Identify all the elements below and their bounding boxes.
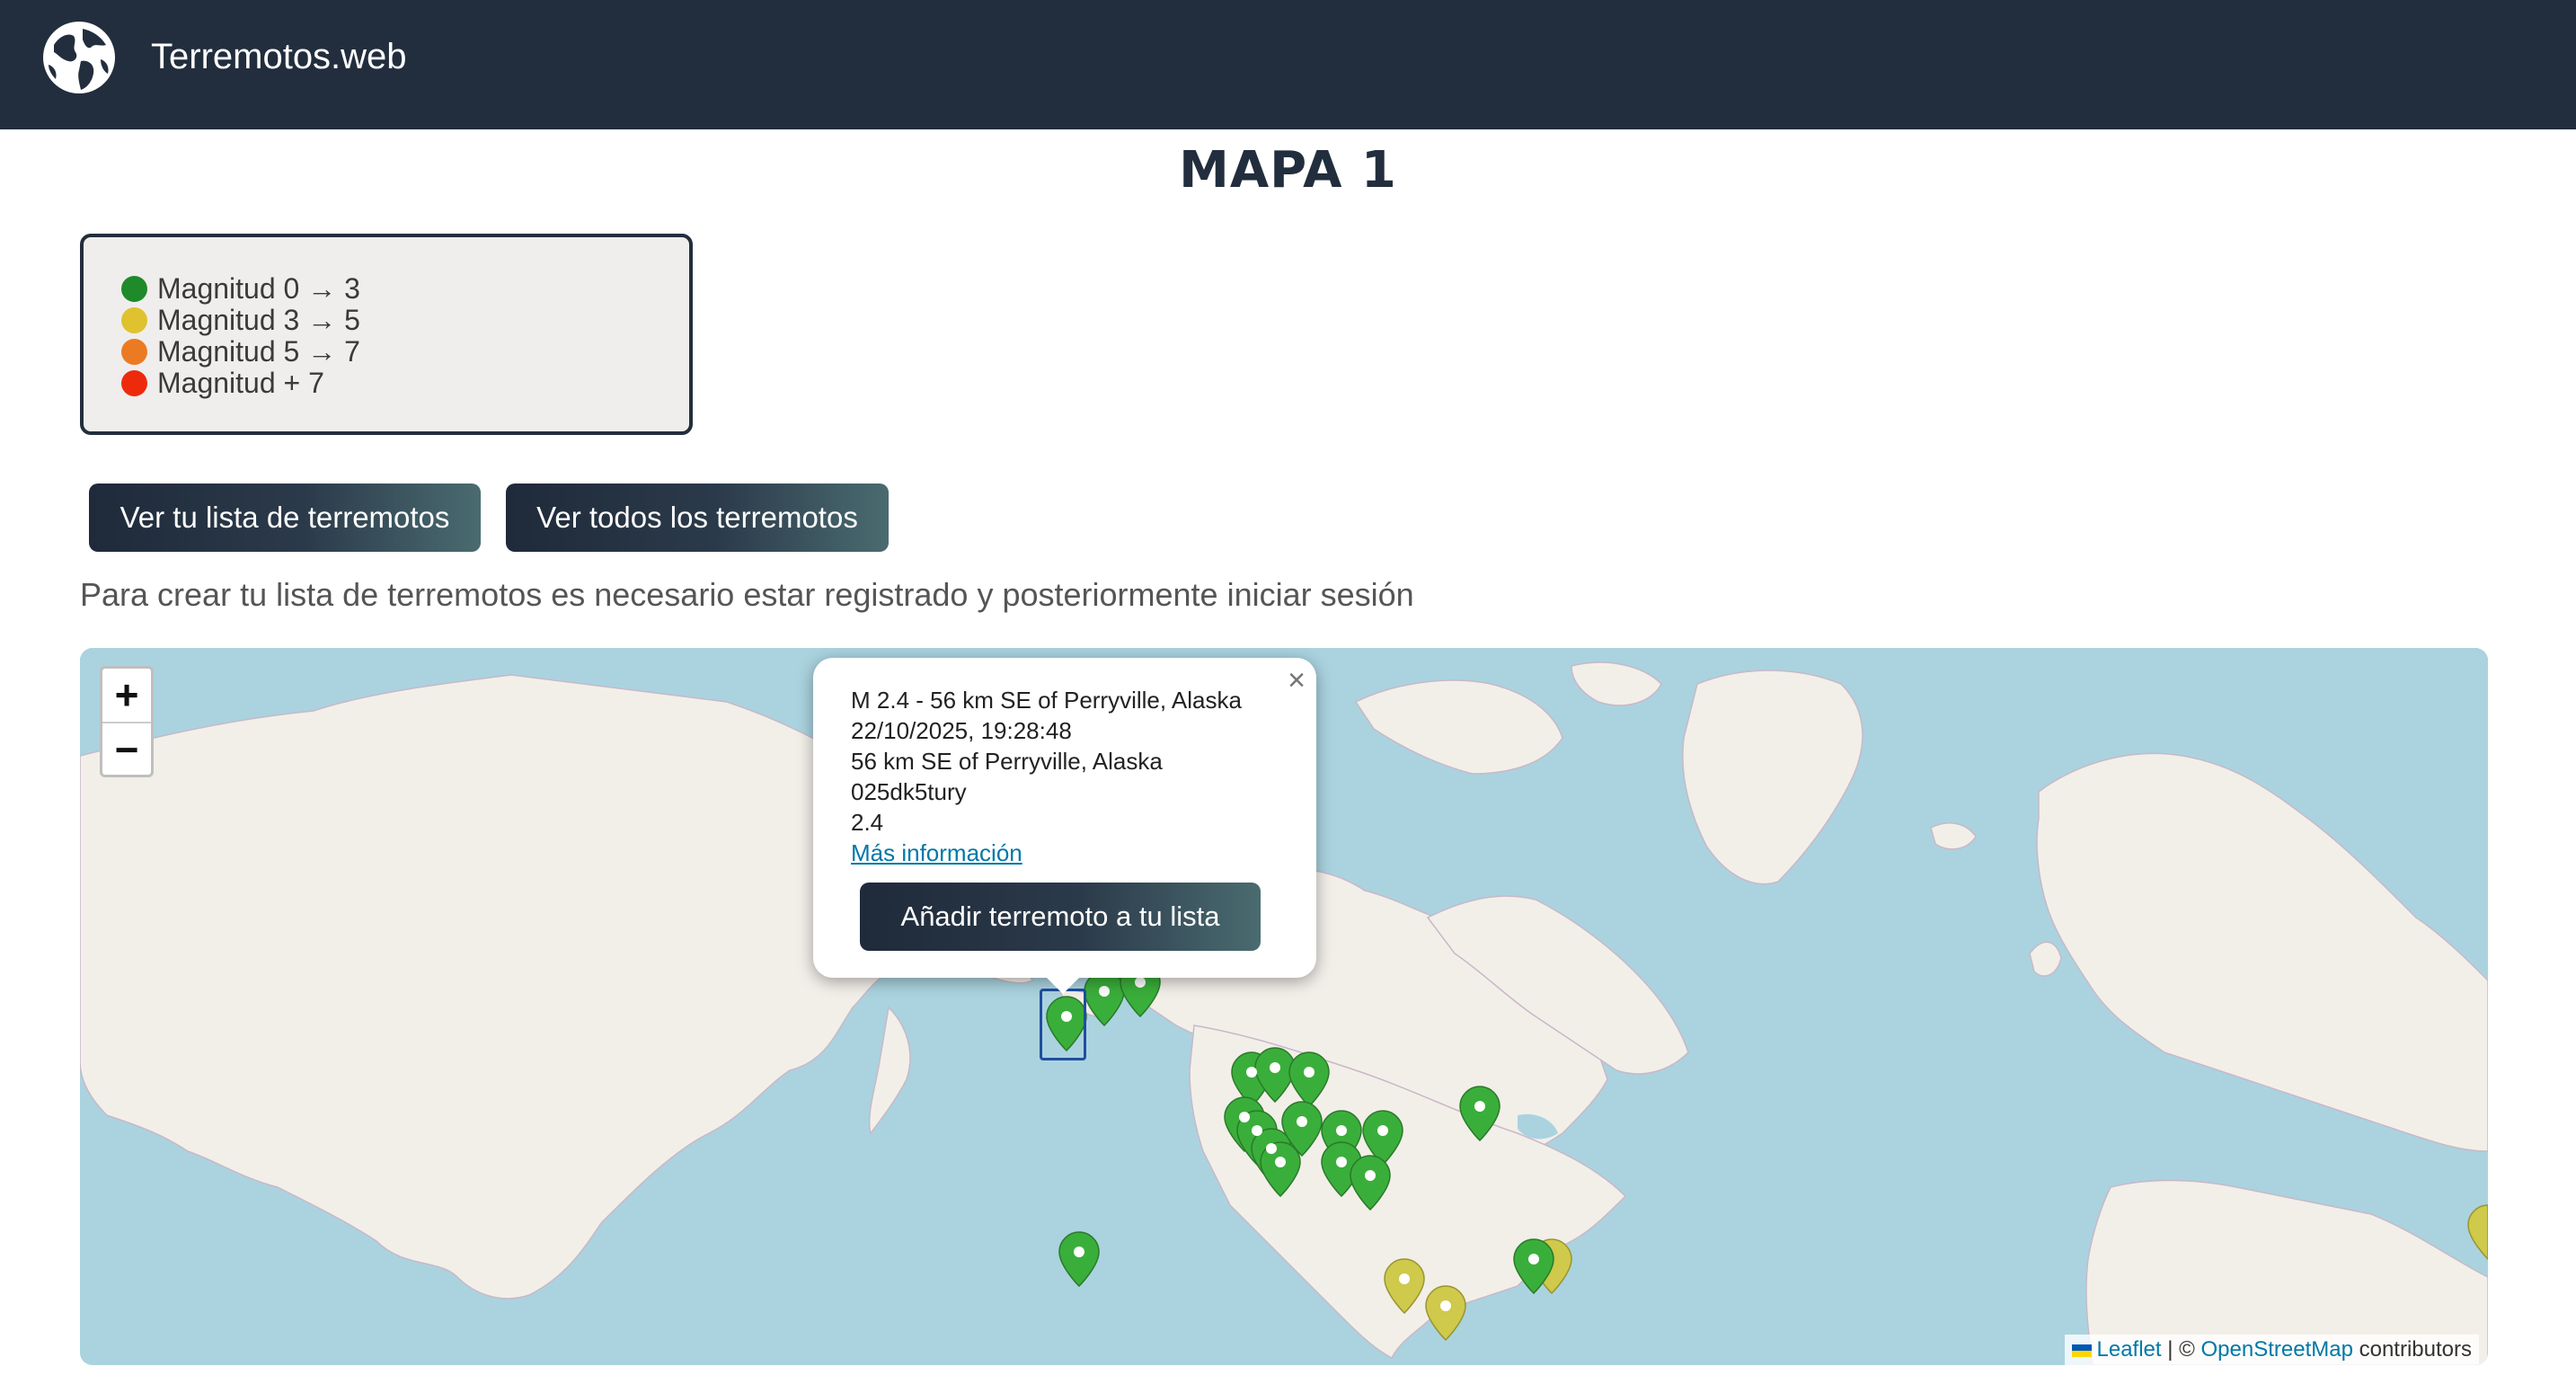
earthquake-popup: × M 2.4 - 56 km SE of Perryville, Alaska… (813, 658, 1316, 994)
view-all-earthquakes-button[interactable]: Ver todos los terremotos (506, 484, 889, 552)
legend-label: Magnitud 3 → 5 (157, 304, 360, 336)
magnitude-legend: Magnitud 0 → 3 Magnitud 3 → 5 Magnitud 5… (80, 234, 693, 435)
green-dot-icon (121, 276, 147, 302)
attribution-suffix: contributors (2352, 1337, 2472, 1362)
popup-close-icon[interactable]: × (1288, 665, 1306, 696)
openstreetmap-link[interactable]: OpenStreetMap (2201, 1337, 2353, 1362)
legend-label: Magnitud + 7 (157, 367, 324, 399)
page-title: MAPA 1 (1179, 141, 1397, 200)
navbar: Terremotos.web (0, 0, 2576, 129)
legend-label: Magnitud 5 → 7 (157, 335, 360, 368)
leaflet-link[interactable]: Leaflet (2097, 1337, 2162, 1362)
legend-label: Magnitud 0 → 3 (157, 272, 360, 305)
login-notice: Para crear tu lista de terremotos es nec… (80, 576, 1414, 613)
popup-datetime: 22/10/2025, 19:28:48 (851, 717, 1072, 744)
view-my-earthquakes-button[interactable]: Ver tu lista de terremotos (89, 484, 481, 552)
popup-tip (1041, 972, 1084, 994)
ukraine-flag-icon (2071, 1344, 2092, 1357)
attribution-separator: | © (2161, 1337, 2201, 1362)
legend-item-7-plus: Magnitud + 7 (121, 368, 360, 399)
earthquake-map[interactable]: + − × M 2.4 - 56 km SE of Perryville, Al… (80, 648, 2488, 1365)
selected-marker-outline (1040, 989, 1086, 1060)
map-attribution: Leaflet | © OpenStreetMap contributors (2064, 1335, 2479, 1365)
legend-item-3-5: Magnitud 3 → 5 (121, 305, 360, 336)
red-dot-icon (121, 370, 147, 396)
legend-item-5-7: Magnitud 5 → 7 (121, 336, 360, 368)
yellow-dot-icon (121, 307, 147, 333)
zoom-control: + − (100, 666, 154, 777)
popup-code: 025dk5tury (851, 778, 967, 805)
add-earthquake-button[interactable]: Añadir terremoto a tu lista (860, 883, 1261, 951)
more-info-link[interactable]: Más información (851, 838, 1242, 868)
popup-title: M 2.4 - 56 km SE of Perryville, Alaska (851, 687, 1242, 714)
popup-place: 56 km SE of Perryville, Alaska (851, 748, 1163, 775)
orange-dot-icon (121, 339, 147, 365)
popup-magnitude: 2.4 (851, 809, 884, 836)
globe-icon[interactable] (41, 20, 117, 95)
brand-name[interactable]: Terremotos.web (151, 32, 407, 81)
zoom-in-button[interactable]: + (102, 669, 151, 723)
zoom-out-button[interactable]: − (102, 723, 151, 775)
legend-item-0-3: Magnitud 0 → 3 (121, 273, 360, 305)
